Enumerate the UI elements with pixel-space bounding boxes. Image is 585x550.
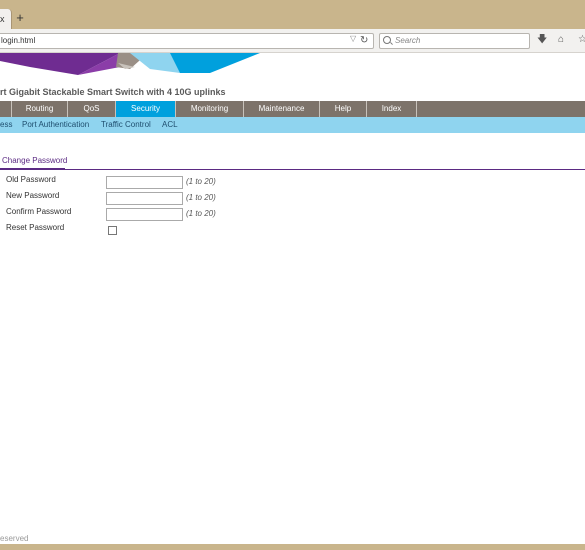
old-password-range: (1 to 20) [186,177,216,186]
search-icon [383,36,391,44]
brand-banner-graphic [0,53,260,75]
subnav-item-traffic-control[interactable]: Traffic Control [101,117,151,133]
subnav-item-access[interactable]: ess [0,117,12,133]
home-icon[interactable]: ⌂ [558,34,564,46]
bookmark-star-icon[interactable]: ☆ [578,34,585,46]
nav-item-maintenance[interactable]: Maintenance [244,101,320,117]
nav-item-help[interactable]: Help [320,101,367,117]
url-bar[interactable]: login.html ▽ ↻ [0,33,374,49]
old-password-label: Old Password [6,175,56,184]
nav-item-index[interactable]: Index [367,101,417,117]
app-title: rt Gigabit Stackable Smart Switch with 4… [0,87,226,97]
reset-password-checkbox[interactable] [108,226,117,235]
url-text: login.html [1,36,36,45]
browser-tab-bar: x + [0,0,585,29]
section-tab-change-password[interactable]: Change Password [2,156,67,165]
footer-copyright: eserved [0,534,29,543]
subnav-item-port-authentication[interactable]: Port Authentication [22,117,89,133]
main-nav: Routing QoS Security Monitoring Maintena… [0,101,585,117]
nav-item-qos[interactable]: QoS [68,101,116,117]
confirm-password-label: Confirm Password [6,207,72,216]
search-bar[interactable]: Search [379,33,530,49]
browser-bottom-frame [0,544,585,550]
nav-item-security[interactable]: Security [116,101,176,117]
confirm-password-range: (1 to 20) [186,209,216,218]
sub-nav: ess Port Authentication Traffic Control … [0,117,585,133]
new-password-input[interactable] [106,192,183,205]
old-password-input[interactable] [106,176,183,189]
tab-close-icon[interactable]: x [0,15,5,24]
search-placeholder: Search [395,36,421,45]
confirm-password-input[interactable] [106,208,183,221]
section-divider [0,169,585,170]
reset-password-label: Reset Password [6,223,65,232]
url-dropdown-icon[interactable]: ▽ [350,34,356,43]
nav-item-routing[interactable]: Routing [12,101,68,117]
nav-item-monitoring[interactable]: Monitoring [176,101,244,117]
browser-tab[interactable]: x [0,9,12,29]
browser-nav-bar: login.html ▽ ↻ Search 🡇 ⌂ ☆ [0,29,585,53]
new-password-label: New Password [6,191,60,200]
subnav-item-acl[interactable]: ACL [162,117,178,133]
nav-item-previous[interactable] [0,101,12,117]
reload-icon[interactable]: ↻ [360,34,368,47]
new-tab-button[interactable]: + [14,11,26,25]
new-password-range: (1 to 20) [186,193,216,202]
download-icon[interactable]: 🡇 [537,34,547,46]
